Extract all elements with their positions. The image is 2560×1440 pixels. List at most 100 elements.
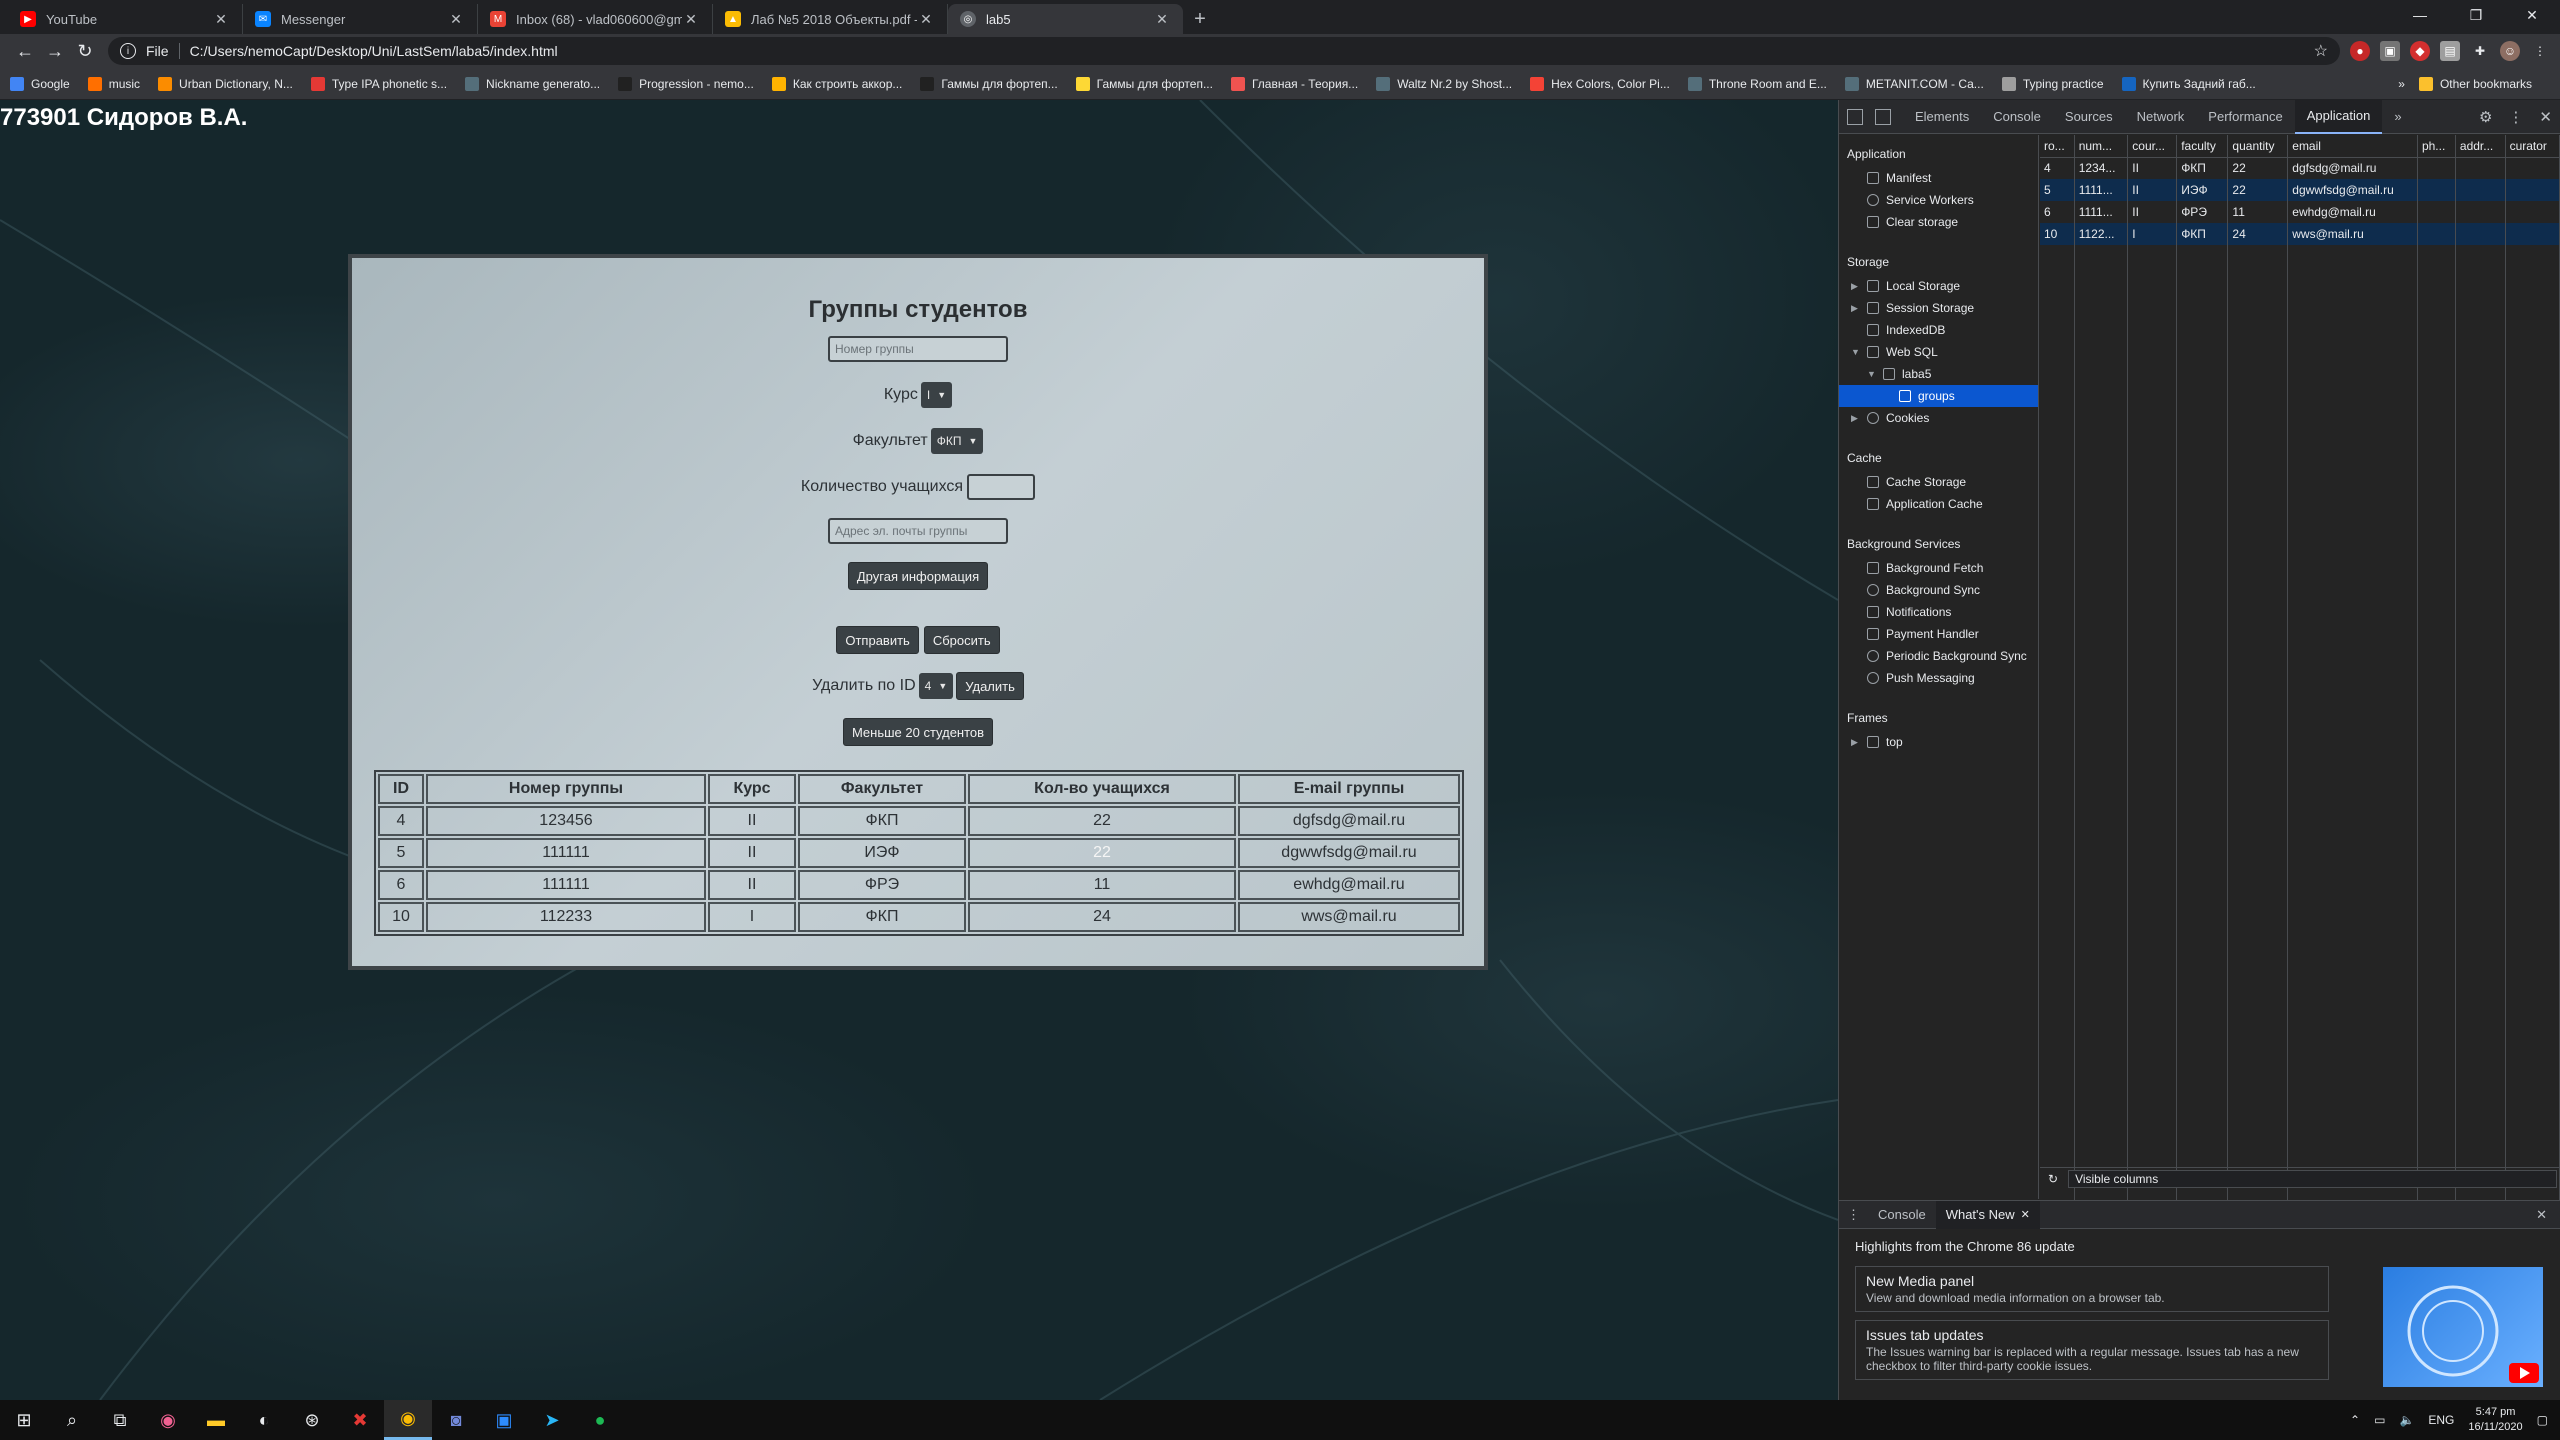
grid-column-header[interactable]: num... [2074, 135, 2129, 158]
bookmark-item[interactable]: Nickname generato... [465, 76, 600, 91]
sidebar-item-background-fetch[interactable]: Background Fetch [1839, 557, 2038, 579]
expand-arrow-icon[interactable]: ▶ [1851, 281, 1861, 292]
discord-icon[interactable]: ◙ [432, 1400, 480, 1440]
less-than-20-button[interactable]: Меньше 20 студентов [842, 718, 994, 746]
sidebar-item-web-sql[interactable]: ▼ Web SQL [1839, 341, 2038, 363]
extension-icon[interactable]: ▣ [2380, 41, 2400, 61]
sidebar-item-background-sync[interactable]: Background Sync [1839, 579, 2038, 601]
adblock-icon[interactable]: ● [2350, 41, 2370, 61]
other-bookmarks[interactable]: » Other bookmarks [2398, 76, 2532, 91]
address-bar[interactable]: i File C:/Users/nemoCapt/Desktop/Uni/Las… [108, 37, 2340, 65]
more-bookmarks-icon[interactable]: » [2398, 77, 2405, 91]
reset-button[interactable]: Сбросить [923, 626, 1000, 654]
close-icon[interactable]: ✕ [447, 11, 465, 28]
shield-icon[interactable]: ◆ [2410, 41, 2430, 61]
grid-row[interactable]: 4 1234... II ФКП 22 dgfsdg@mail.ru [2040, 157, 2560, 179]
browser-tab-drive[interactable]: ▲ Лаб №5 2018 Объекты.pdf - Go ✕ [713, 4, 948, 34]
bookmark-item[interactable]: Главная - Теория... [1230, 76, 1358, 91]
bookmark-item[interactable]: Как строить аккор... [771, 76, 902, 91]
grid-column-header[interactable]: quantity [2227, 135, 2289, 158]
kebab-menu-icon[interactable]: ⋮ [2508, 108, 2523, 126]
grid-column-header[interactable]: ph... [2417, 135, 2456, 158]
browser-tab-youtube[interactable]: ▶ YouTube ✕ [8, 4, 243, 34]
devtools-tab-sources[interactable]: Sources [2053, 100, 2125, 134]
new-tab-button[interactable]: + [1183, 4, 1217, 34]
expand-arrow-icon[interactable]: ▶ [1851, 303, 1861, 314]
bookmark-item[interactable]: Гаммы для фортеп... [920, 76, 1058, 91]
chevron-up-icon[interactable]: ⌃ [2350, 1413, 2360, 1427]
bookmark-item[interactable]: Progression - nemo... [618, 76, 754, 91]
video-thumbnail[interactable] [2383, 1267, 2543, 1387]
sidebar-item-application-cache[interactable]: Application Cache [1839, 493, 2038, 515]
close-icon[interactable]: ✕ [1153, 11, 1171, 28]
browser-tab-messenger[interactable]: ✉ Messenger ✕ [243, 4, 478, 34]
search-icon[interactable]: ⌕ [48, 1400, 96, 1440]
github-icon[interactable]: ◐ [240, 1400, 288, 1440]
bookmark-item[interactable]: METANIT.COM - Са... [1844, 76, 1984, 91]
email-input[interactable]: Адрес эл. почты группы [828, 518, 1008, 544]
grid-row[interactable]: 6 1111... II ФРЭ 11 ewhdg@mail.ru [2040, 201, 2560, 223]
collapse-arrow-icon[interactable]: ▼ [1867, 369, 1877, 379]
back-arrow-icon[interactable]: ← [10, 36, 40, 66]
sidebar-item-payment-handler[interactable]: Payment Handler [1839, 623, 2038, 645]
close-icon[interactable]: ✕ [212, 11, 230, 28]
bookmark-item[interactable]: Hex Colors, Color Pi... [1530, 76, 1670, 91]
grid-column-header[interactable]: email [2287, 135, 2418, 158]
spotify-icon[interactable]: ● [576, 1400, 624, 1440]
device-toolbar-icon[interactable] [1875, 108, 1891, 125]
file-explorer-icon[interactable]: ▬ [192, 1400, 240, 1440]
sidebar-item-session-storage[interactable]: ▶ Session Storage [1839, 297, 2038, 319]
windows-start-icon[interactable]: ⊞ [0, 1400, 48, 1440]
close-window-icon[interactable]: ✕ [2504, 0, 2560, 30]
app-icon[interactable]: ✖ [336, 1400, 384, 1440]
bookmark-item[interactable]: Throne Room and E... [1687, 76, 1827, 91]
bookmark-item[interactable]: Купить Задний габ... [2121, 76, 2256, 91]
zoom-icon[interactable]: ▣ [480, 1400, 528, 1440]
refresh-icon[interactable]: ↻ [2048, 1172, 2058, 1186]
grid-column-header[interactable]: faculty [2176, 135, 2229, 158]
sidebar-item-clear-storage[interactable]: Clear storage [1839, 211, 2038, 233]
monitor-icon[interactable]: ▭ [2374, 1413, 2385, 1427]
devtools-tab-console[interactable]: Console [1981, 100, 2053, 134]
sidebar-item-periodic-background-sync[interactable]: Periodic Background Sync [1839, 645, 2038, 667]
inspect-icon[interactable] [1847, 108, 1863, 125]
bookmark-item[interactable]: music [87, 76, 140, 91]
volume-icon[interactable]: 🔈 [2399, 1413, 2414, 1427]
clock[interactable]: 5:47 pm 16/11/2020 [2468, 1405, 2522, 1435]
language-indicator[interactable]: ENG [2428, 1413, 2454, 1427]
close-drawer-icon[interactable]: ✕ [2536, 1207, 2547, 1223]
restore-icon[interactable]: ❐ [2448, 0, 2504, 30]
sidebar-item-cache-storage[interactable]: Cache Storage [1839, 471, 2038, 493]
grid-column-header[interactable]: curator [2505, 135, 2560, 158]
sidebar-item-cookies[interactable]: ▶ Cookies [1839, 407, 2038, 429]
extension-icon[interactable]: ▤ [2440, 41, 2460, 61]
group-number-input[interactable]: Номер группы [828, 336, 1008, 362]
kebab-menu-icon[interactable]: ⋮ [2530, 41, 2550, 61]
bookmark-item[interactable]: Waltz Nr.2 by Shost... [1376, 76, 1512, 91]
visible-columns-input[interactable]: Visible columns [2068, 1169, 2557, 1188]
forward-arrow-icon[interactable]: → [40, 36, 70, 66]
notification-center-icon[interactable]: ▢ [2537, 1413, 2548, 1427]
submit-button[interactable]: Отправить [836, 626, 919, 654]
bookmark-item[interactable]: Гаммы для фортеп... [1075, 76, 1213, 91]
reload-icon[interactable]: ↻ [70, 36, 100, 66]
sidebar-item-push-messaging[interactable]: Push Messaging [1839, 667, 2038, 689]
more-tabs-icon[interactable]: » [2382, 100, 2413, 134]
faculty-select[interactable]: ФКП ▼ [930, 428, 984, 454]
bookmark-item[interactable]: Urban Dictionary, N... [158, 76, 293, 91]
quantity-input[interactable] [967, 474, 1036, 500]
gear-icon[interactable]: ⚙ [2479, 108, 2492, 126]
sidebar-item-laba5[interactable]: ▼ laba5 [1839, 363, 2038, 385]
bookmark-item[interactable]: Type IPA phonetic s... [310, 76, 447, 91]
task-view-icon[interactable]: ⧉ [96, 1400, 144, 1440]
close-icon[interactable]: ✕ [682, 11, 700, 28]
devtools-tab-application[interactable]: Application [2294, 99, 2383, 134]
bookmark-star-icon[interactable]: ☆ [2314, 41, 2328, 61]
sidebar-item-groups[interactable]: groups [1839, 385, 2038, 407]
collapse-arrow-icon[interactable]: ▼ [1851, 347, 1861, 357]
browser-tab-lab5[interactable]: ◎ lab5 ✕ [948, 4, 1183, 34]
sidebar-item-local-storage[interactable]: ▶ Local Storage [1839, 275, 2038, 297]
close-icon[interactable]: ✕ [2021, 1208, 2030, 1221]
minimize-icon[interactable]: — [2392, 0, 2448, 30]
grid-column-header[interactable]: ro... [2040, 135, 2075, 158]
